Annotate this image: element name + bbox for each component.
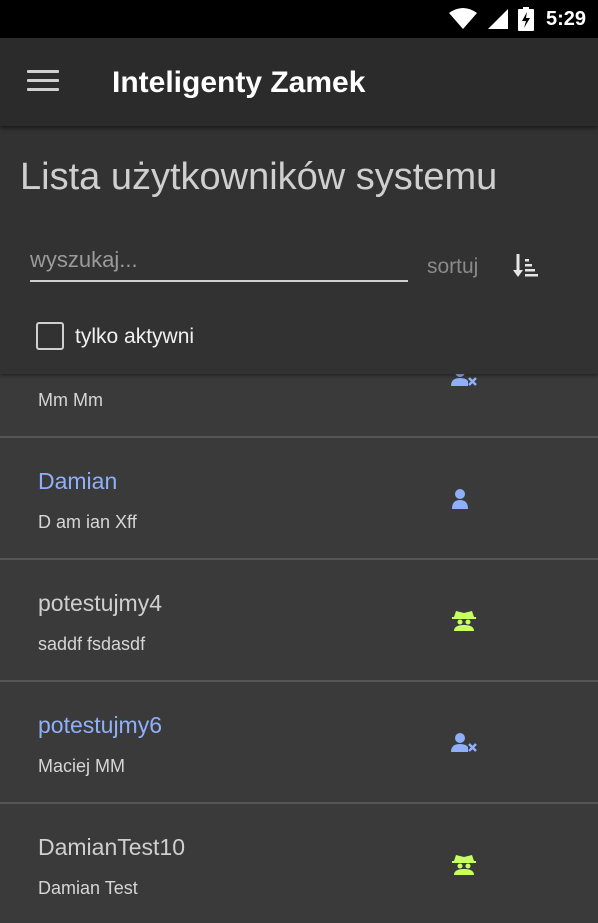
active-only-label: tylko aktywni [75,325,195,348]
user-name: D am ian Xff [38,512,137,532]
sort-icon[interactable] [512,252,540,282]
user-login: Damian [38,468,118,494]
list-item[interactable]: Damian D am ian Xff [0,438,598,560]
admin-spy-icon [452,611,476,631]
battery-charging-icon [517,7,534,31]
list-item[interactable]: potestujmy4 saddf fsdasdf [0,560,598,682]
user-blocked-icon [451,733,477,752]
list-item[interactable]: potestujmy6 Maciej MM [0,682,598,804]
admin-spy-icon [452,855,476,875]
search-input[interactable] [30,244,408,282]
user-name: Mm Mm [38,390,103,410]
active-only-checkbox[interactable] [36,322,64,350]
user-name: Damian Test [38,878,138,898]
wifi-icon [448,8,477,29]
status-time: 5:29 [545,7,586,30]
user-name: saddf fsdasdf [38,634,146,654]
app-title: Inteligenty Zamek [112,66,366,99]
app-bar: Inteligenty Zamek [0,38,598,126]
signal-icon [487,9,508,29]
user-login: potestujmy4 [38,590,163,616]
user-list: Mm Mm Damian D am ian Xff potestujmy4 sa… [0,316,598,923]
status-icons: 5:29 [448,6,586,32]
status-bar: 5:29 [0,0,598,38]
menu-icon[interactable] [27,70,59,92]
user-name: Maciej MM [38,756,126,776]
user-login: DamianTest10 [38,834,186,860]
header-panel: Lista użytkowników systemu sortuj tylko … [0,126,598,374]
sort-label: sortuj [427,255,479,278]
page-title: Lista użytkowników systemu [20,156,498,198]
user-icon [452,489,468,509]
list-item[interactable]: DamianTest10 Damian Test [0,804,598,923]
user-login: potestujmy6 [38,712,163,738]
